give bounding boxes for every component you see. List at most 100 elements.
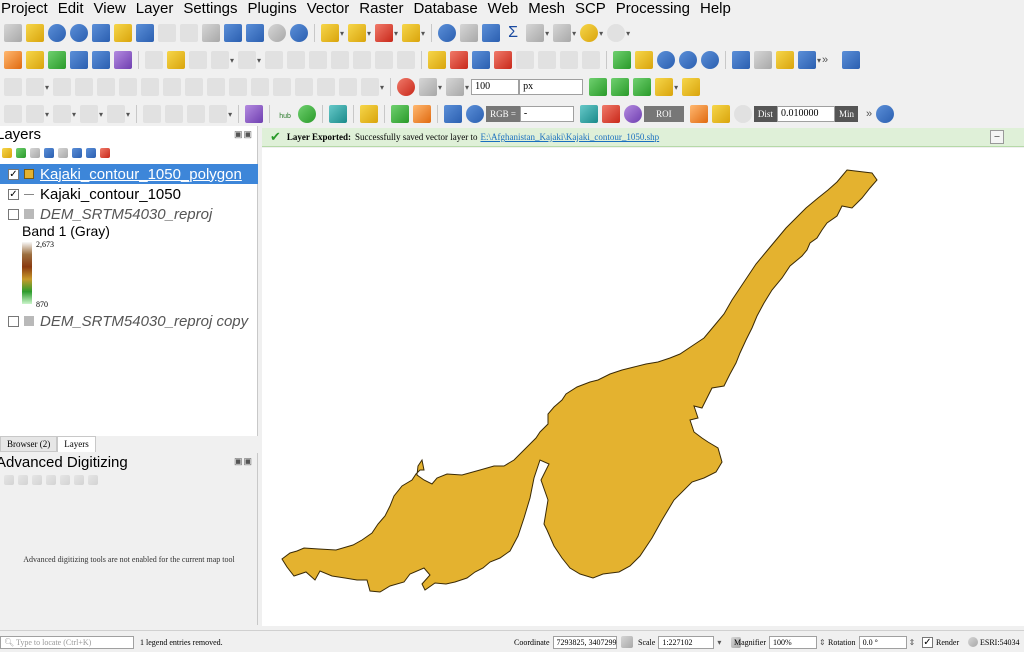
scp-layers-icon[interactable]: [329, 105, 348, 123]
split-parts-icon[interactable]: [251, 78, 270, 96]
snapping-vertex-icon[interactable]: [419, 78, 438, 96]
parallel-icon[interactable]: [32, 475, 42, 485]
move-label-icon[interactable]: [516, 51, 535, 69]
layer-visibility-checkbox[interactable]: [8, 208, 19, 220]
panel-dock-buttons[interactable]: ▣▣: [234, 456, 253, 467]
style-icon[interactable]: [2, 148, 12, 158]
add-mesh-icon[interactable]: [114, 51, 132, 69]
topological-editing-icon[interactable]: [589, 78, 608, 96]
share-icon[interactable]: [298, 105, 317, 123]
menu-view[interactable]: View: [87, 0, 131, 18]
dist-input[interactable]: 0.010000: [776, 106, 835, 122]
snapping-type-icon[interactable]: [446, 78, 465, 96]
more-tools-icon[interactable]: »: [866, 108, 872, 120]
save-edits-icon[interactable]: [189, 51, 207, 69]
chevron-down-icon[interactable]: ▾: [674, 83, 678, 92]
measure-icon[interactable]: [526, 24, 545, 42]
select-by-value-icon[interactable]: [348, 24, 367, 42]
chevron-down-icon[interactable]: ▾: [230, 56, 234, 65]
chevron-down-icon[interactable]: ▾: [72, 110, 76, 119]
plugin-shield-icon[interactable]: [245, 105, 264, 123]
merge-attributes-icon[interactable]: [295, 78, 314, 96]
kajaki-polygon-feature[interactable]: [281, 169, 878, 593]
pan-to-selection-icon[interactable]: [26, 24, 44, 42]
render-checkbox[interactable]: ✓: [922, 636, 933, 648]
self-snapping-icon[interactable]: [611, 78, 630, 96]
new-map-view-icon[interactable]: [224, 24, 242, 42]
chevron-down-icon[interactable]: ▾: [228, 110, 232, 119]
refresh-icon[interactable]: [290, 24, 308, 42]
change-label-icon[interactable]: [560, 51, 579, 69]
scp-add-icon[interactable]: [711, 105, 730, 123]
attribute-table-icon[interactable]: [460, 24, 479, 42]
exported-file-link[interactable]: E:\Afghanistan_Kajaki\Kajaki_contour_105…: [480, 132, 659, 142]
tab-browser[interactable]: Browser (2): [0, 436, 58, 452]
floater-icon[interactable]: [88, 475, 98, 485]
more-tools-icon[interactable]: »: [822, 54, 828, 66]
advanced-edit-icon[interactable]: [4, 78, 22, 96]
temporal-controller-icon[interactable]: [268, 24, 286, 42]
field-calc-icon[interactable]: [143, 105, 162, 123]
rotate-label-icon[interactable]: [538, 51, 557, 69]
layer-item-dem[interactable]: DEM_SRTM54030_reproj: [0, 204, 258, 224]
delete-selected-icon[interactable]: [287, 51, 306, 69]
highlight-labels-icon[interactable]: [494, 51, 513, 69]
menu-layer[interactable]: Layer: [129, 0, 179, 18]
scp-curve-icon[interactable]: [579, 105, 598, 123]
menu-vector[interactable]: Vector: [300, 0, 355, 18]
scp-band-set-icon[interactable]: [413, 105, 432, 123]
layer-item-polygon[interactable]: ✓ Kajaki_contour_1050_polygon: [0, 164, 258, 184]
georeferencer-icon[interactable]: [657, 51, 676, 69]
map-canvas[interactable]: [262, 148, 1024, 626]
chevron-down-icon[interactable]: ▾: [717, 638, 721, 647]
attribute-dialog-icon[interactable]: [187, 105, 206, 123]
data-plotly-icon[interactable]: [798, 51, 817, 69]
menu-plugins[interactable]: Plugins: [241, 0, 302, 18]
copy-features-icon[interactable]: [331, 51, 350, 69]
filter-expression-icon[interactable]: [58, 148, 68, 158]
add-group-icon[interactable]: [16, 148, 26, 158]
add-vector-icon[interactable]: [48, 51, 66, 69]
scale-field[interactable]: 1:227102: [658, 635, 715, 649]
construction-mode-icon[interactable]: [18, 475, 28, 485]
crs-group[interactable]: ESRI:54034: [966, 635, 1020, 649]
chevron-down-icon[interactable]: ▾: [99, 110, 103, 119]
collapse-all-icon[interactable]: [86, 148, 96, 158]
pin-labels-icon[interactable]: [472, 51, 491, 69]
chevron-down-icon[interactable]: ▾: [572, 29, 576, 38]
snap-to-grid-icon[interactable]: [60, 475, 70, 485]
help-icon[interactable]: [842, 51, 861, 69]
topology-checker-icon[interactable]: [635, 51, 654, 69]
measure-line-icon[interactable]: [553, 24, 572, 42]
add-ring-icon[interactable]: [75, 78, 94, 96]
chevron-down-icon[interactable]: ▾: [126, 110, 130, 119]
sum-icon[interactable]: Σ: [504, 24, 522, 42]
toggle-editing-icon[interactable]: [167, 51, 185, 69]
perpendicular-icon[interactable]: [46, 475, 56, 485]
edit-pencil-icon[interactable]: [145, 51, 163, 69]
scp-dock-icon[interactable]: [360, 105, 379, 123]
scp-pointer-icon[interactable]: [466, 105, 485, 123]
show-hide-labels-icon[interactable]: [582, 51, 601, 69]
intersection-icon[interactable]: [633, 78, 652, 96]
digitize-line-icon[interactable]: [211, 51, 229, 69]
zoom-to-layer-icon[interactable]: [136, 24, 154, 42]
undo-icon[interactable]: [375, 51, 394, 69]
layer-item-contour[interactable]: ✓ Kajaki_contour_1050: [0, 184, 258, 204]
manage-visibility-icon[interactable]: [30, 148, 40, 158]
rotate-symbols-icon[interactable]: [317, 78, 336, 96]
pan-hand-icon[interactable]: [4, 24, 22, 42]
filter-legend-icon[interactable]: [44, 148, 54, 158]
chevron-down-icon[interactable]: ▾: [394, 29, 398, 38]
label-icon[interactable]: [428, 51, 447, 69]
rotate-feature-icon[interactable]: [26, 78, 44, 96]
modify-attributes-icon[interactable]: [265, 51, 284, 69]
measurement-dialog-icon[interactable]: [209, 105, 228, 123]
polygon-tool-icon[interactable]: [53, 105, 72, 123]
rectangle-tool-icon[interactable]: [80, 105, 99, 123]
shape-digitize-icon[interactable]: [4, 105, 22, 123]
zoom-out-icon[interactable]: [70, 24, 88, 42]
remove-layer-icon[interactable]: [100, 148, 110, 158]
scp-curve-red-icon[interactable]: [601, 105, 620, 123]
add-wms-icon[interactable]: [92, 51, 110, 69]
